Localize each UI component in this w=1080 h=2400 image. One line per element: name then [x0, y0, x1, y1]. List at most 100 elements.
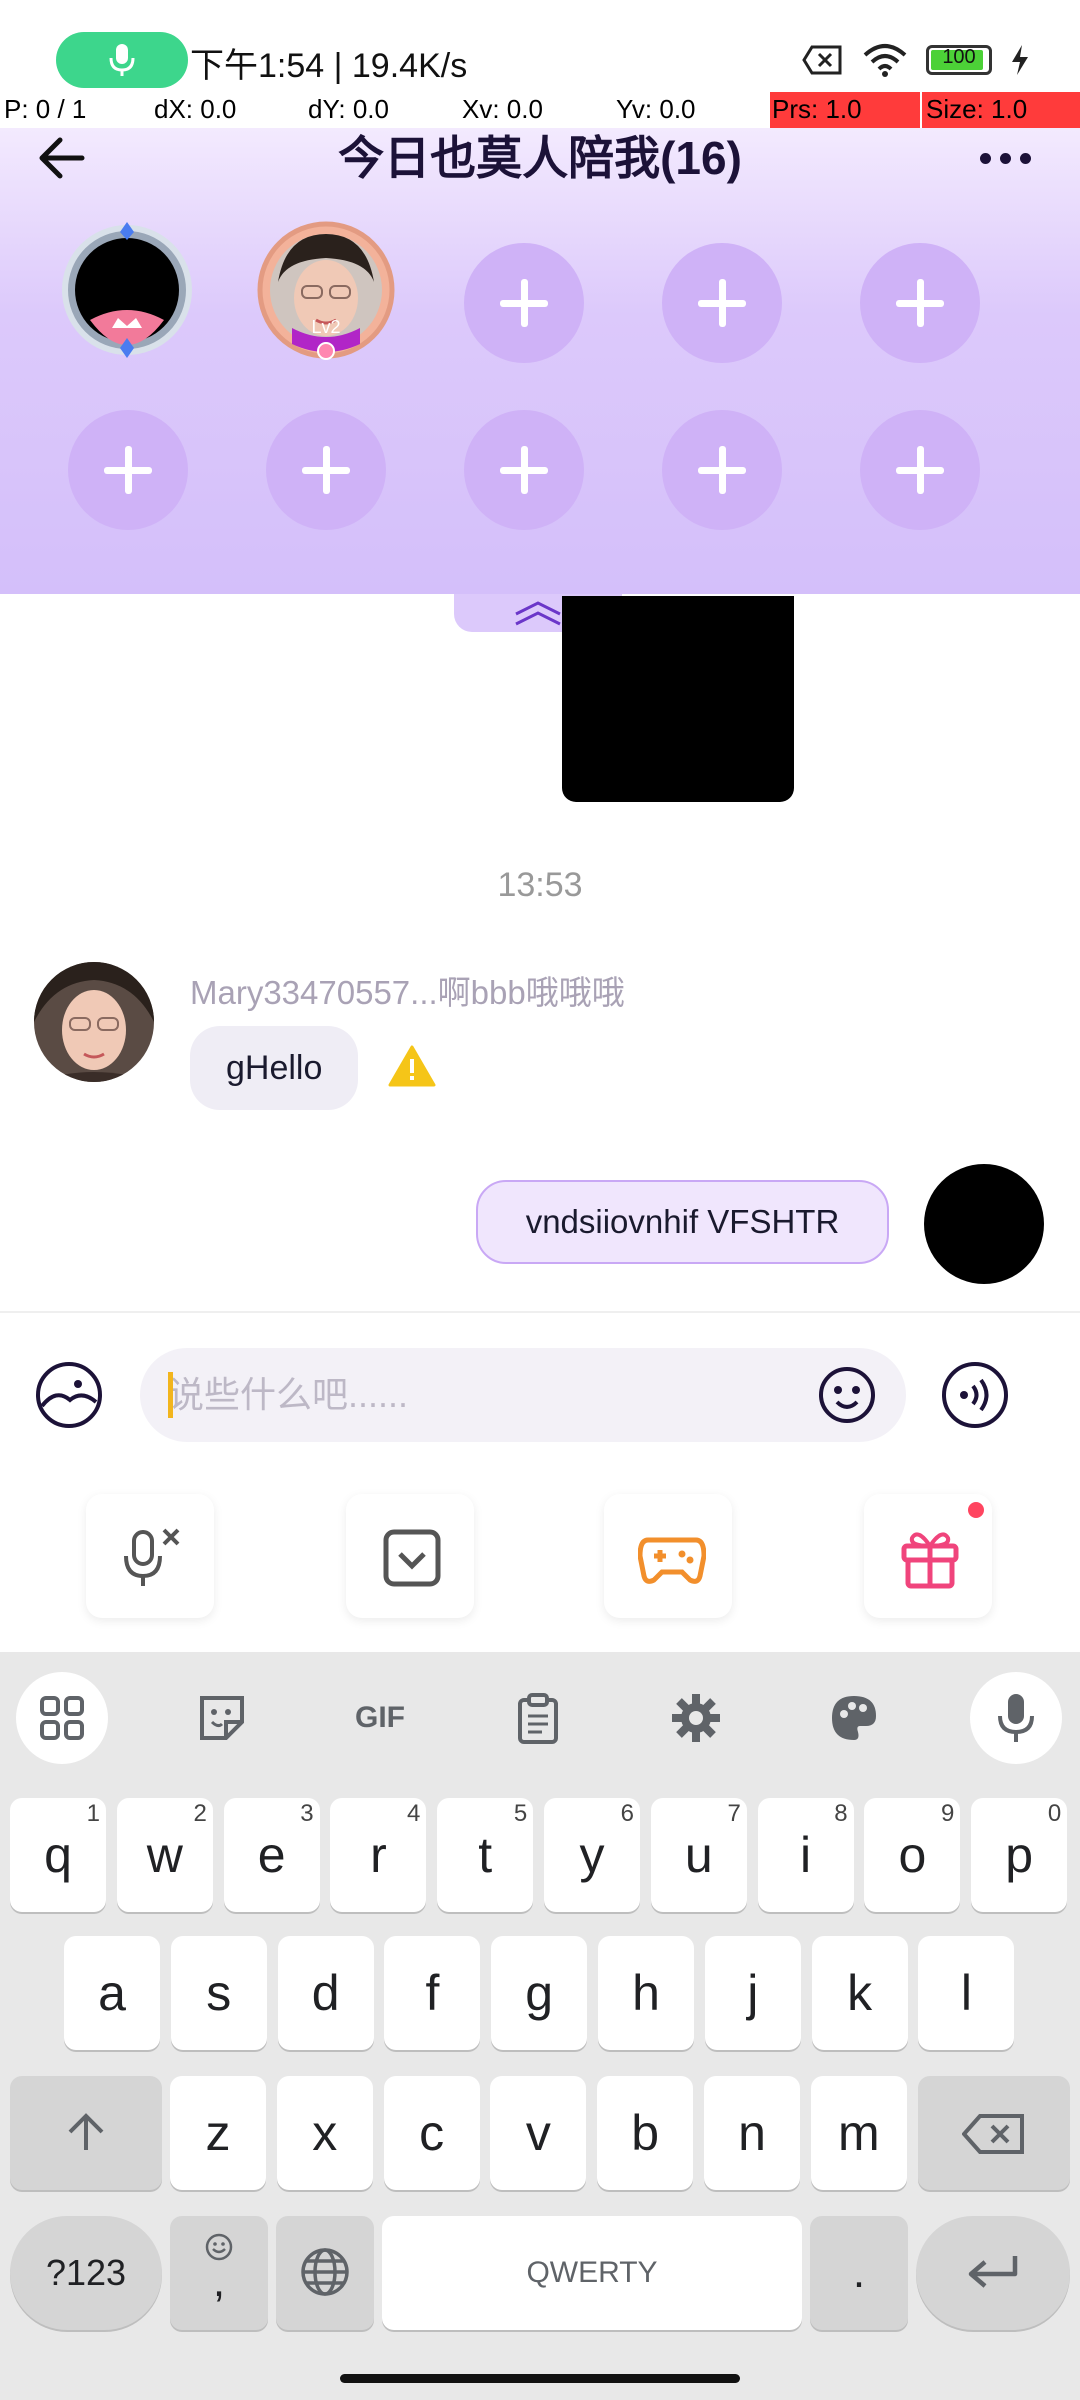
key-v[interactable]: v	[490, 2076, 587, 2190]
empty-seat[interactable]	[464, 243, 584, 363]
empty-seat[interactable]	[266, 410, 386, 530]
games-button[interactable]	[604, 1494, 732, 1618]
empty-seat[interactable]	[662, 410, 782, 530]
warning-icon[interactable]	[388, 1044, 436, 1088]
key-k[interactable]: k	[811, 1936, 908, 2050]
page-title: 今日也莫人陪我(16)	[338, 132, 742, 184]
shift-arrow-icon	[68, 2113, 104, 2150]
message-input[interactable]: 说些什么吧......	[140, 1348, 906, 1442]
space-bar[interactable]: QWERTY	[382, 2216, 802, 2330]
mic-mute-button[interactable]	[86, 1494, 214, 1618]
more-options-icon[interactable]	[970, 138, 1040, 178]
keyboard-toolbar: GIF	[0, 1652, 1080, 1764]
key-z[interactable]: z	[170, 2076, 266, 2190]
debug-pressure-box: Prs: 1.0	[770, 92, 920, 128]
key-w[interactable]: 2w	[116, 1798, 213, 1912]
my-avatar[interactable]	[924, 1164, 1044, 1284]
input-placeholder: 说些什么吧......	[168, 1374, 409, 1415]
key-o[interactable]: 9o	[864, 1798, 961, 1912]
keyboard-mic-icon[interactable]	[970, 1672, 1062, 1764]
gift-icon	[901, 1532, 959, 1589]
key-b[interactable]: b	[597, 2076, 694, 2190]
soft-keyboard: GIF 1 q 2 w 3 e 4 r 5 t 6 y 7 u 8 i 9 o …	[0, 1652, 1080, 2400]
key-s[interactable]: s	[170, 1936, 267, 2050]
key-d[interactable]: d	[277, 1936, 374, 2050]
photo-frame-button[interactable]	[346, 1494, 474, 1618]
mic-off-icon	[124, 1528, 180, 1586]
debug-size-box: Size: 1.0	[922, 92, 1080, 128]
backspace-icon	[961, 2114, 1024, 2154]
gamepad-icon	[638, 1537, 706, 1584]
photo-picker-icon[interactable]	[34, 1360, 104, 1430]
mic-recording-indicator	[56, 32, 188, 88]
status-bar: 下午1:54 | 19.4K/s 100	[0, 0, 1080, 92]
theme-palette-icon[interactable]	[808, 1672, 900, 1764]
key-t[interactable]: 5t	[437, 1798, 534, 1912]
nfc-blocked-icon	[802, 45, 842, 75]
key-x[interactable]: x	[276, 2076, 373, 2190]
microphone-icon	[109, 44, 135, 76]
voice-input-icon[interactable]	[940, 1360, 1010, 1430]
key-r[interactable]: 4r	[330, 1798, 427, 1912]
key-p[interactable]: 0p	[971, 1798, 1068, 1912]
debug-pointer: P: 0 / 1	[4, 94, 87, 124]
empty-seat[interactable]	[860, 410, 980, 530]
message-timestamp: 13:53	[497, 866, 583, 904]
key-j[interactable]: j	[704, 1936, 801, 2050]
user-seat-avatar[interactable]: Lv2	[256, 220, 396, 360]
key-n[interactable]: n	[704, 2076, 800, 2190]
key-q[interactable]: 1q	[10, 1798, 106, 1912]
status-time: 下午1:54 | 19.4K/s	[190, 47, 468, 85]
gift-button[interactable]	[864, 1494, 992, 1618]
empty-seat[interactable]	[464, 410, 584, 530]
shift-key[interactable]	[10, 2076, 162, 2190]
notification-dot	[968, 1502, 984, 1518]
sender-name: Mary33470557...啊bbb哦哦哦	[190, 974, 625, 1011]
debug-xv: Xv: 0.0	[462, 94, 543, 124]
debug-dx: dX: 0.0	[154, 94, 237, 124]
backspace-key[interactable]	[918, 2076, 1070, 2190]
emoji-icon[interactable]	[818, 1366, 876, 1424]
pointer-debug-row: P: 0 / 1 dX: 0.0 dY: 0.0 Xv: 0.0 Yv: 0.0…	[0, 92, 1080, 128]
sender-avatar[interactable]	[34, 962, 154, 1082]
settings-gear-icon[interactable]	[650, 1672, 742, 1764]
period-key[interactable]: .	[810, 2216, 908, 2330]
debug-yv: Yv: 0.0	[616, 94, 696, 124]
empty-seat[interactable]	[860, 243, 980, 363]
frame-icon	[383, 1529, 441, 1587]
level-badge: Lv2	[311, 317, 341, 337]
gif-button[interactable]: GIF	[334, 1672, 426, 1764]
apps-grid-icon[interactable]	[16, 1672, 108, 1764]
key-i[interactable]: 8i	[757, 1798, 854, 1912]
key-e[interactable]: 3e	[223, 1798, 320, 1912]
host-seat-avatar[interactable]	[60, 220, 194, 360]
symbols-key[interactable]: ?123	[10, 2216, 162, 2330]
key-m[interactable]: m	[810, 2076, 907, 2190]
key-l[interactable]: l	[918, 1936, 1015, 2050]
media-message-thumbnail[interactable]	[562, 596, 794, 802]
group-header: 今日也莫人陪我(16) Lv2	[0, 128, 1080, 594]
key-a[interactable]: a	[64, 1936, 160, 2050]
key-g[interactable]: g	[491, 1936, 588, 2050]
debug-dy: dY: 0.0	[308, 94, 389, 124]
key-u[interactable]: 7u	[650, 1798, 747, 1912]
key-f[interactable]: f	[384, 1936, 481, 2050]
language-globe-key[interactable]	[276, 2216, 374, 2330]
wifi-icon	[863, 44, 907, 77]
home-indicator[interactable]	[340, 2374, 740, 2383]
comma-emoji-key[interactable]: ,	[170, 2216, 268, 2330]
incoming-message-bubble[interactable]: gHello	[190, 1026, 359, 1110]
outgoing-message-bubble[interactable]: vndsiiovnhif VFSHTR	[476, 1180, 889, 1264]
empty-seat[interactable]	[662, 243, 782, 363]
empty-seat[interactable]	[68, 410, 188, 530]
globe-icon	[301, 2248, 349, 2296]
text-cursor	[168, 1372, 173, 1418]
clipboard-icon[interactable]	[492, 1672, 584, 1764]
key-y[interactable]: 6y	[544, 1798, 640, 1912]
sticker-icon[interactable]	[176, 1672, 268, 1764]
key-c[interactable]: c	[383, 2076, 480, 2190]
enter-key[interactable]	[916, 2216, 1070, 2330]
enter-arrow-icon	[968, 2256, 1018, 2288]
key-h[interactable]: h	[598, 1936, 694, 2050]
charging-icon	[1012, 45, 1028, 75]
